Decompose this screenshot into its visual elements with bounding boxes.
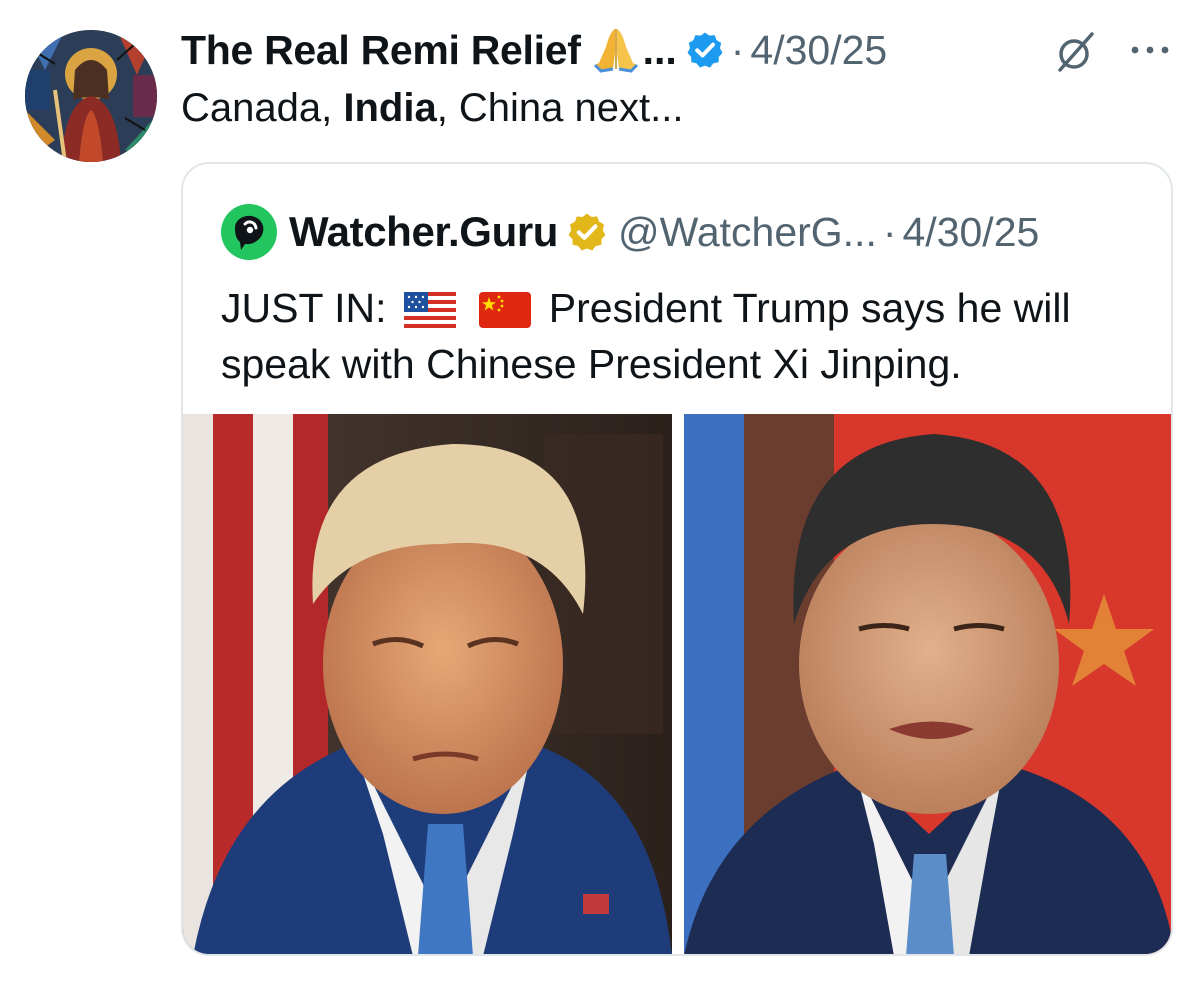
portrait-photo-2 (684, 414, 1171, 954)
author-avatar[interactable] (25, 30, 157, 162)
verified-badge-icon (687, 32, 723, 68)
quoted-date[interactable]: 4/30/25 (903, 209, 1040, 256)
media-photo-right[interactable] (684, 414, 1171, 954)
tweet-date[interactable]: 4/30/25 (750, 27, 887, 74)
gold-verified-badge-icon (568, 213, 606, 251)
name-truncation: ... (642, 26, 677, 73)
quoted-media-grid (183, 414, 1171, 954)
quoted-separator: · (882, 208, 897, 255)
quoted-tweet-text: JUST IN: President Trump says he will sp… (221, 280, 1161, 392)
stained-glass-portrait-icon (25, 30, 157, 162)
watcher-guru-logo-icon[interactable] (221, 204, 277, 260)
tweet-text-part-1: Canada, (181, 86, 344, 130)
quoted-author-name[interactable]: Watcher.Guru (289, 208, 558, 256)
quoted-text-prefix: JUST IN: (221, 285, 387, 331)
author-name[interactable]: The Real Remi Relief (181, 27, 581, 74)
tweet-text: Canada, India, China next... (181, 86, 683, 131)
grok-icon[interactable] (1052, 28, 1100, 76)
us-flag-icon (403, 292, 456, 328)
more-options-icon[interactable] (1128, 40, 1172, 60)
header-separator: · (730, 26, 745, 73)
tweet-text-bold: India (343, 86, 437, 130)
tweet-text-part-3: , China next... (436, 86, 684, 130)
media-photo-left[interactable] (183, 414, 672, 954)
quoted-tweet-header: Watcher.Guru @WatcherG... · 4/30/25 (221, 204, 1039, 260)
quoted-tweet-card[interactable]: Watcher.Guru @WatcherG... · 4/30/25 JUST… (181, 162, 1173, 956)
tweet-header: The Real Remi Relief ... · 4/30/25 (181, 22, 887, 78)
china-flag-icon (479, 292, 532, 328)
quoted-handle[interactable]: @WatcherG... (618, 209, 877, 256)
folded-hands-emoji-icon (593, 29, 638, 73)
portrait-photo-1 (183, 414, 672, 954)
